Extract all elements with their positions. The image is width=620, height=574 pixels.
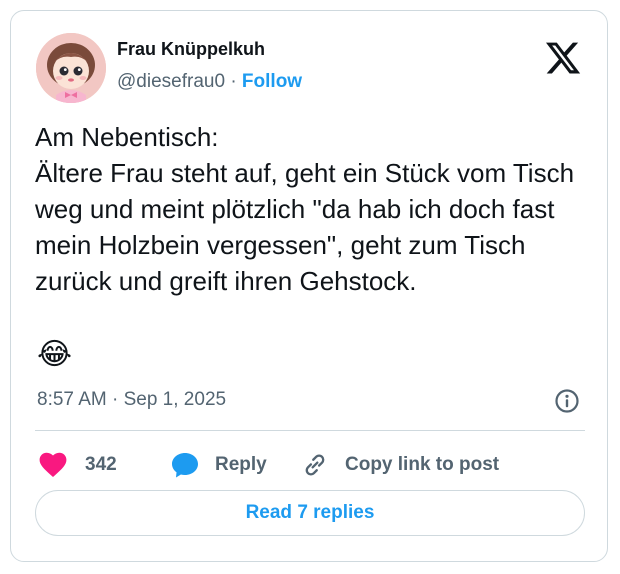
author-name[interactable]: Frau Knüppelkuh: [117, 39, 265, 60]
author-handle-row: @diesefrau0 · Follow: [117, 71, 302, 93]
post-timestamp[interactable]: 8:57 AM · Sep 1, 2025: [37, 389, 226, 411]
like-count: 342: [85, 454, 117, 475]
post-card: Frau Knüppelkuh @diesefrau0 · Follow Am …: [10, 10, 608, 562]
follow-button[interactable]: Follow: [242, 71, 302, 92]
action-bar: 342 Reply Copy link to post: [35, 448, 595, 482]
divider: [35, 430, 585, 431]
reply-button[interactable]: Reply: [171, 448, 267, 482]
handle-separator: ·: [230, 71, 237, 92]
copy-link-label: Copy link to post: [345, 454, 500, 475]
author-handle[interactable]: @diesefrau0: [117, 71, 225, 92]
x-logo-icon[interactable]: [544, 39, 582, 77]
heart-icon: [39, 452, 67, 478]
reply-label: Reply: [215, 454, 267, 475]
copy-link-button[interactable]: Copy link to post: [301, 448, 499, 482]
info-icon[interactable]: [554, 388, 580, 414]
speech-bubble-icon: [172, 453, 198, 478]
like-button[interactable]: 342: [39, 448, 117, 482]
read-replies-label: Read 7 replies: [245, 502, 375, 523]
link-icon: [305, 454, 325, 476]
read-replies-button[interactable]: Read 7 replies: [35, 490, 585, 536]
avatar[interactable]: [36, 33, 106, 103]
post-text: Am Nebentisch: Ältere Frau steht auf, ge…: [35, 122, 575, 296]
cartoon-girl-avatar-icon: [36, 33, 106, 103]
laughing-emoji: 😂: [37, 338, 73, 371]
